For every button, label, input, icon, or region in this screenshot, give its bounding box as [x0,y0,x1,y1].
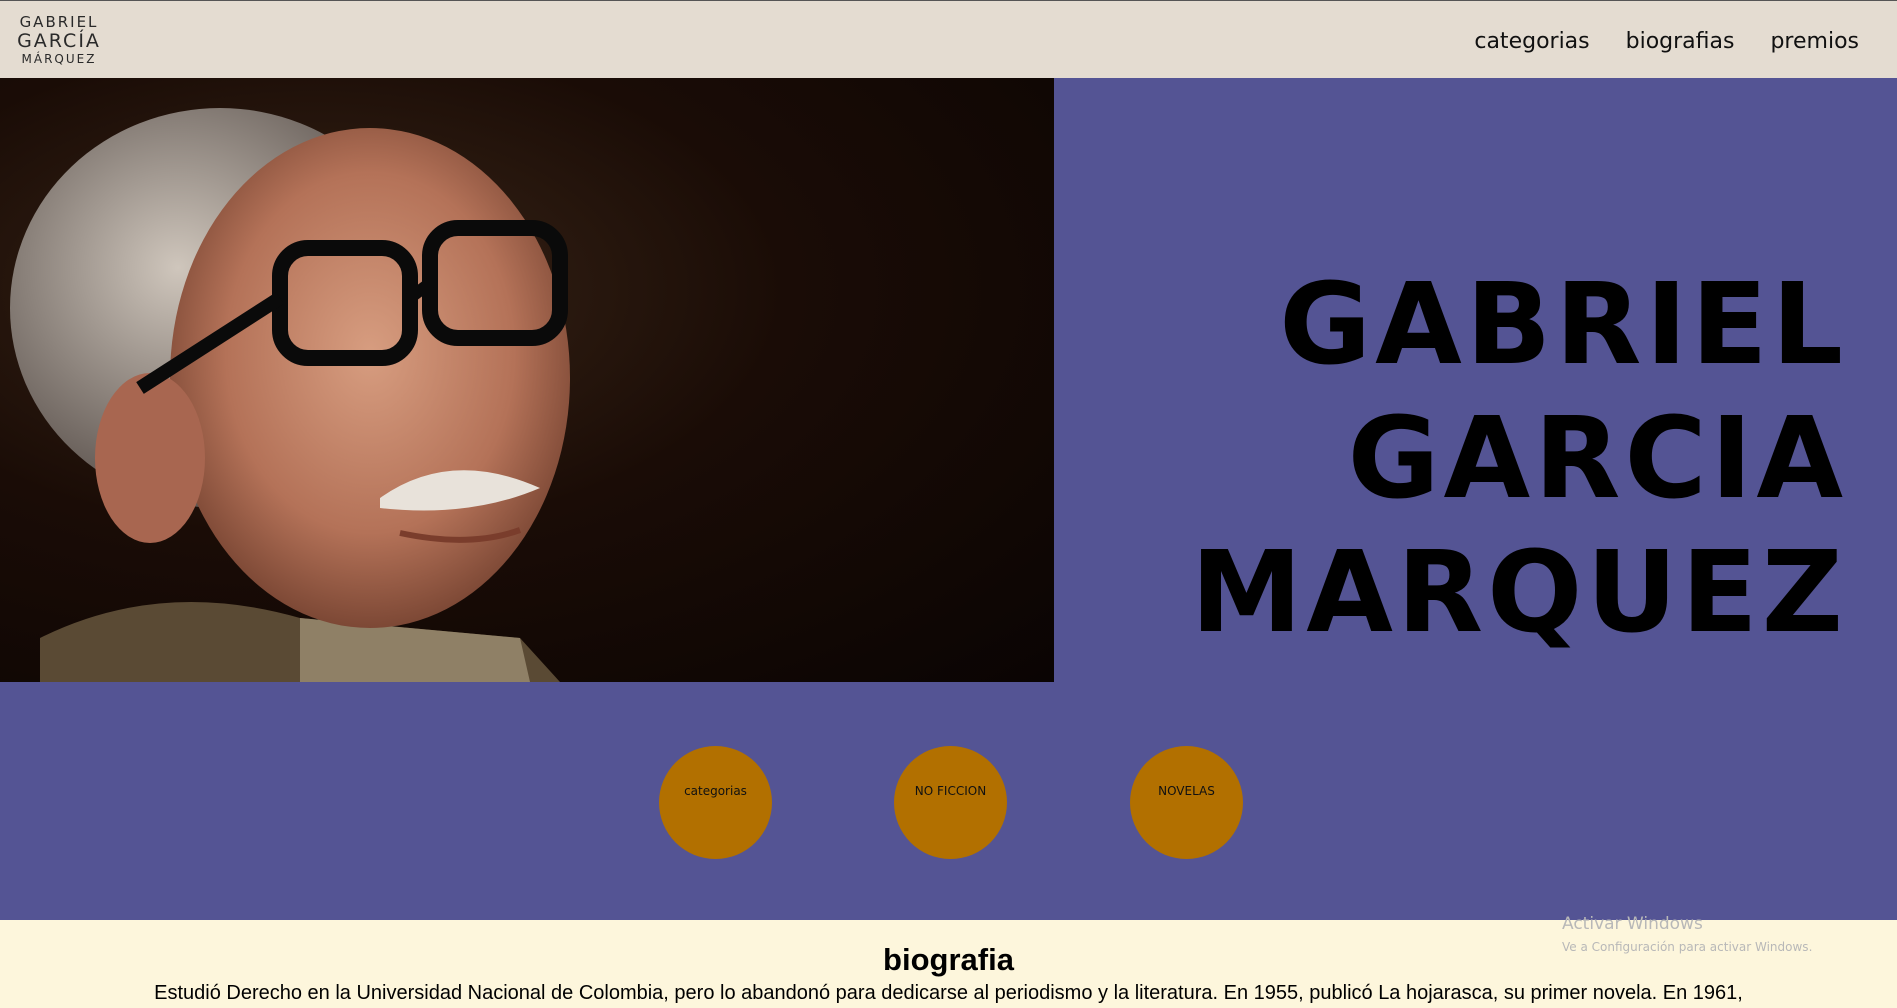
nav-link-categorias[interactable]: categorias [1474,29,1589,54]
hero-title: GABRIEL GARCIA MARQUEZ [1191,258,1847,660]
hero-title-line: GABRIEL [1279,260,1847,390]
hero-title-line: GARCIA [1347,394,1847,524]
site-logo[interactable]: GABRIEL GARCÍA MÁRQUEZ [14,15,104,67]
categorias-circle-button[interactable]: categorias [659,746,772,859]
logo-line-2: GARCÍA [17,30,101,52]
author-portrait-image [0,78,1054,682]
no-ficcion-circle-button[interactable]: NO FICCION [894,746,1007,859]
hero-title-line: MARQUEZ [1190,528,1847,658]
circle-label: categorias [684,784,747,798]
hero-section: GABRIEL GARCIA MARQUEZ categorias NO FIC… [0,78,1897,920]
novelas-circle-button[interactable]: NOVELAS [1130,746,1243,859]
watermark-subtitle: Ve a Configuración para activar Windows. [1562,940,1813,954]
nav-link-premios[interactable]: premios [1770,29,1859,54]
circle-label: NOVELAS [1158,784,1215,798]
main-nav: categorias biografias premios [1474,29,1859,54]
windows-activation-watermark: Activar Windows Ve a Configuración para … [1562,914,1812,954]
nav-link-biografias[interactable]: biografias [1626,29,1735,54]
logo-line-3: MÁRQUEZ [21,52,97,66]
biography-text: Estudió Derecho en la Universidad Nacion… [154,982,1743,1004]
watermark-title: Activar Windows [1562,914,1703,934]
logo-line-1: GABRIEL [19,13,99,31]
portrait-photo-icon [10,108,570,682]
category-buttons: categorias NO FICCION NOVELAS [0,746,1897,861]
circle-label: NO FICCION [914,784,987,798]
site-header: GABRIEL GARCÍA MÁRQUEZ categorias biogra… [0,0,1897,78]
